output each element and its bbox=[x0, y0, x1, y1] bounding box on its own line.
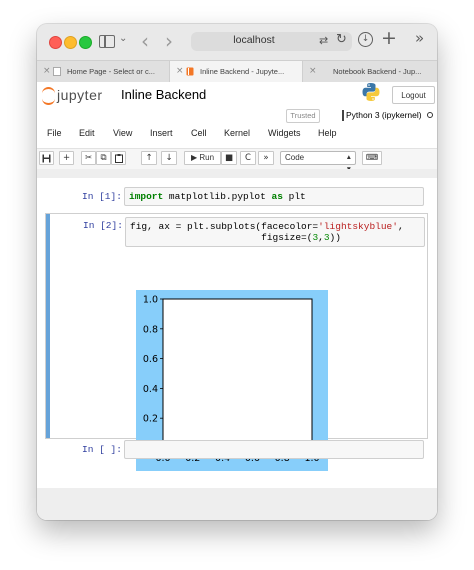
move-up-icon[interactable]: ↑ bbox=[141, 151, 157, 165]
tab-notebook-backend[interactable]: × Notebook Backend - Jup... bbox=[303, 61, 437, 82]
download-icon[interactable]: ↓ bbox=[358, 32, 373, 47]
notebook-menubar: File Edit View Insert Cell Kernel Widget… bbox=[37, 124, 437, 146]
keyword-as: as bbox=[271, 191, 283, 202]
forward-arrow-icon[interactable]: › bbox=[165, 29, 173, 53]
sidebar-toggle-icon[interactable] bbox=[99, 35, 115, 48]
translate-icon[interactable]: ⇄ bbox=[319, 34, 328, 47]
jupyter-book-icon bbox=[186, 67, 194, 76]
y-tick-label: 0.6 bbox=[143, 354, 158, 365]
tab-label: Inline Backend - Jupyte... bbox=[200, 67, 285, 76]
run-button[interactable]: ▶ Run bbox=[184, 151, 221, 165]
minimize-window-button[interactable] bbox=[64, 36, 77, 49]
y-tick-label: 0.8 bbox=[143, 324, 158, 335]
floppy-icon bbox=[42, 154, 51, 162]
kernel-name[interactable]: Python 3 (ipykernel) bbox=[346, 110, 422, 120]
tab-inline-backend[interactable]: × Inline Backend - Jupyte... bbox=[170, 61, 303, 82]
close-window-button[interactable] bbox=[49, 36, 62, 49]
jupyter-logo-arc-top bbox=[42, 87, 55, 95]
cell-prompt: In [2]: bbox=[83, 220, 123, 231]
cell-type-value: Code bbox=[285, 153, 305, 162]
tab-label: Notebook Backend - Jup... bbox=[333, 67, 422, 76]
restart-icon[interactable]: C bbox=[240, 151, 256, 165]
chevron-down-icon[interactable]: ⌄ bbox=[119, 33, 127, 44]
close-tab-icon[interactable]: × bbox=[176, 61, 184, 82]
close-tab-icon[interactable]: × bbox=[43, 61, 51, 82]
kernel-separator bbox=[342, 110, 344, 121]
address-bar[interactable]: localhost ⇄ ↻ bbox=[191, 32, 352, 51]
string-literal: 'lightskyblue' bbox=[318, 221, 398, 232]
jupyter-page: jupyter Inline Backend Logout Trusted Py… bbox=[37, 82, 437, 520]
menu-view[interactable]: View bbox=[113, 128, 132, 138]
page-icon bbox=[53, 67, 61, 76]
menu-file[interactable]: File bbox=[47, 128, 62, 138]
empty-code-cell[interactable] bbox=[124, 440, 424, 459]
notebook-status-row: Trusted Python 3 (ipykernel) bbox=[37, 108, 437, 124]
selected-code-cell[interactable]: In [2]: fig, ax = plt.subplots(facecolor… bbox=[45, 213, 428, 471]
back-arrow-icon[interactable]: ‹ bbox=[141, 29, 149, 53]
clipboard-icon bbox=[114, 153, 123, 163]
tab-label: Home Page - Select or c... bbox=[67, 67, 155, 76]
plot-area bbox=[162, 298, 313, 449]
keyword-import: import bbox=[129, 191, 164, 202]
kernel-idle-icon bbox=[427, 112, 433, 118]
tab-bar: × Home Page - Select or c... × Inline Ba… bbox=[37, 60, 437, 83]
reload-icon[interactable]: ↻ bbox=[336, 32, 347, 47]
restart-run-all-icon[interactable]: » bbox=[258, 151, 274, 165]
new-tab-icon[interactable]: + bbox=[381, 27, 397, 49]
notebook-toolbar: + ✂ ⧉ ↑ ↓ ▶ Run ■ C » Code ▲▼ ⌨ bbox=[37, 148, 437, 173]
interrupt-icon[interactable]: ■ bbox=[221, 151, 237, 165]
number-literal: 3 bbox=[312, 232, 319, 243]
cell-type-select[interactable]: Code ▲▼ bbox=[280, 151, 356, 173]
more-tabs-icon[interactable]: » bbox=[415, 29, 424, 47]
logout-button[interactable]: Logout bbox=[392, 86, 435, 104]
jupyter-header: jupyter Inline Backend Logout bbox=[37, 82, 437, 108]
insert-cell-icon[interactable]: + bbox=[59, 151, 74, 165]
code-cell-input[interactable]: fig, ax = plt.subplots(facecolor='lights… bbox=[125, 217, 425, 247]
keyboard-icon[interactable]: ⌨ bbox=[362, 151, 382, 165]
menu-kernel[interactable]: Kernel bbox=[224, 128, 250, 138]
menu-cell[interactable]: Cell bbox=[191, 128, 207, 138]
paste-icon[interactable] bbox=[111, 151, 126, 165]
url-text: localhost bbox=[233, 34, 275, 46]
y-tick-label: 0.2 bbox=[143, 414, 158, 425]
cell-prompt: In [ ]: bbox=[82, 444, 122, 455]
y-tick-label: 1.0 bbox=[143, 295, 158, 306]
menu-widgets[interactable]: Widgets bbox=[268, 128, 301, 138]
notebook-area: In [1]: import matplotlib.pyplot as plt … bbox=[37, 169, 437, 520]
copy-icon[interactable]: ⧉ bbox=[96, 151, 111, 165]
cut-icon[interactable]: ✂ bbox=[81, 151, 96, 165]
python-logo-icon bbox=[362, 83, 380, 101]
jupyter-logo[interactable]: jupyter bbox=[57, 87, 103, 103]
browser-window: ⌄ ‹ › localhost ⇄ ↻ ↓ + » × Home Page - … bbox=[37, 24, 437, 520]
notebook-title[interactable]: Inline Backend bbox=[121, 87, 206, 102]
cell-selection-bar bbox=[46, 214, 50, 438]
menu-insert[interactable]: Insert bbox=[150, 128, 173, 138]
number-literal: 3 bbox=[323, 232, 330, 243]
notebook-sheet: In [1]: import matplotlib.pyplot as plt … bbox=[37, 178, 437, 488]
maximize-window-button[interactable] bbox=[79, 36, 92, 49]
trusted-badge[interactable]: Trusted bbox=[286, 109, 320, 123]
menu-help[interactable]: Help bbox=[318, 128, 337, 138]
jupyter-logo-arc-bottom bbox=[42, 97, 55, 105]
save-icon[interactable] bbox=[39, 151, 54, 165]
code-cell-input[interactable]: import matplotlib.pyplot as plt bbox=[124, 187, 424, 206]
y-tick-label: 0.4 bbox=[143, 384, 158, 395]
menu-edit[interactable]: Edit bbox=[79, 128, 95, 138]
close-tab-icon[interactable]: × bbox=[309, 61, 317, 82]
browser-titlebar: ⌄ ‹ › localhost ⇄ ↻ ↓ + » bbox=[37, 24, 437, 60]
tab-home-page[interactable]: × Home Page - Select or c... bbox=[37, 61, 170, 82]
move-down-icon[interactable]: ↓ bbox=[161, 151, 177, 165]
cell-prompt: In [1]: bbox=[82, 191, 122, 202]
